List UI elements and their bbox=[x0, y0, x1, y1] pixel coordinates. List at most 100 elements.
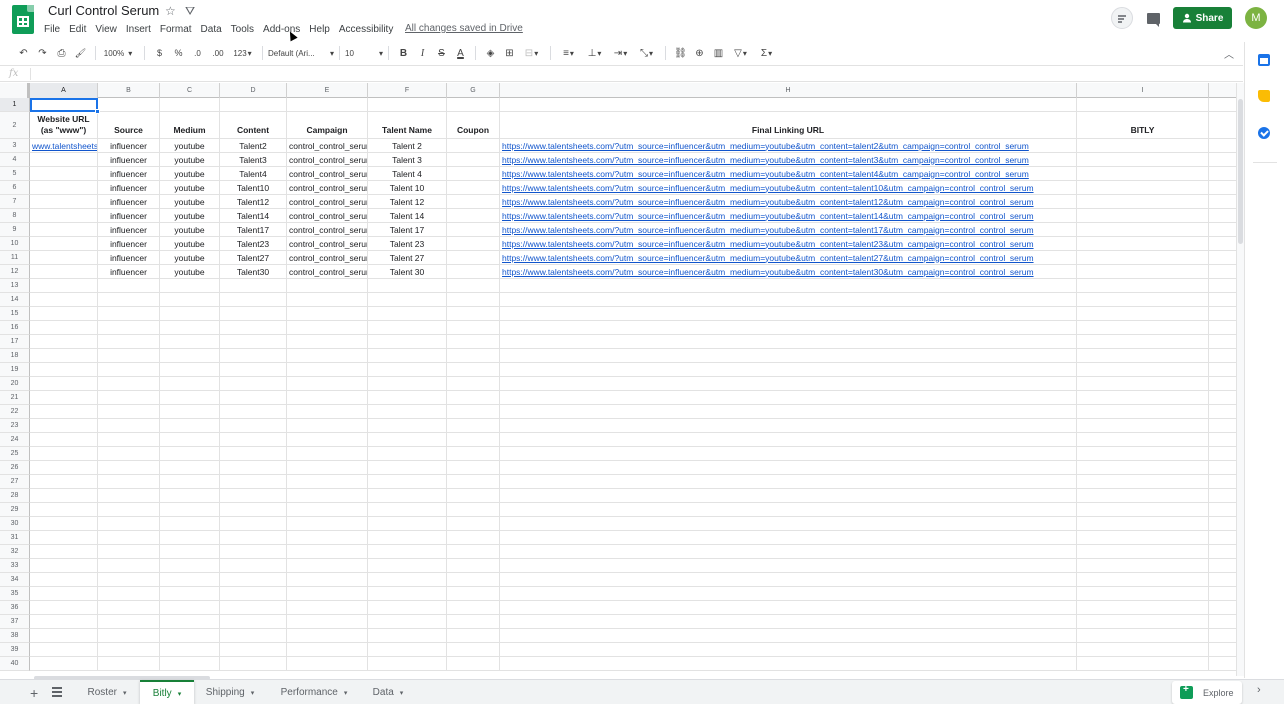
cell-talent-name[interactable]: Talent 3 bbox=[368, 153, 447, 166]
cell-medium[interactable]: youtube bbox=[160, 223, 220, 236]
strikethrough-button[interactable]: S bbox=[432, 44, 451, 62]
menu-accessibility[interactable]: Accessibility bbox=[335, 24, 397, 35]
empty-cell[interactable] bbox=[1077, 629, 1209, 642]
empty-cell[interactable] bbox=[447, 363, 500, 376]
empty-cell[interactable] bbox=[447, 545, 500, 558]
cell-bitly[interactable] bbox=[1077, 209, 1209, 222]
empty-cell[interactable] bbox=[1077, 391, 1209, 404]
row-header[interactable]: 24 bbox=[0, 433, 30, 447]
cell-coupon[interactable] bbox=[447, 209, 500, 222]
cell-content[interactable]: Talent27 bbox=[220, 251, 287, 264]
empty-cell[interactable] bbox=[98, 531, 160, 544]
empty-cell[interactable] bbox=[287, 293, 368, 306]
row-header[interactable]: 11 bbox=[0, 251, 30, 265]
empty-cell[interactable] bbox=[500, 545, 1077, 558]
drive-status-icon[interactable]: ⛛ bbox=[185, 4, 195, 19]
cell-website-url[interactable]: www.talentsheets.com bbox=[30, 139, 98, 152]
empty-cell[interactable] bbox=[220, 503, 287, 516]
calendar-icon[interactable] bbox=[1258, 54, 1270, 66]
empty-cell[interactable] bbox=[500, 601, 1077, 614]
cell-talent-name[interactable]: Talent 2 bbox=[368, 139, 447, 152]
insert-chart-icon[interactable]: ▥ bbox=[709, 44, 728, 62]
column-header-h[interactable]: H bbox=[500, 83, 1077, 98]
empty-cell[interactable] bbox=[447, 517, 500, 530]
empty-cell[interactable] bbox=[1077, 489, 1209, 502]
empty-cell[interactable] bbox=[220, 405, 287, 418]
cell-bitly[interactable] bbox=[1077, 237, 1209, 250]
cell-g1[interactable] bbox=[447, 98, 500, 111]
empty-cell[interactable] bbox=[160, 461, 220, 474]
empty-cell[interactable] bbox=[98, 489, 160, 502]
row-header[interactable]: 5 bbox=[0, 167, 30, 181]
empty-cell[interactable] bbox=[500, 433, 1077, 446]
empty-cell[interactable] bbox=[447, 503, 500, 516]
empty-cell[interactable] bbox=[1077, 405, 1209, 418]
empty-cell[interactable] bbox=[447, 433, 500, 446]
empty-cell[interactable] bbox=[368, 573, 447, 586]
cell-campaign[interactable]: control_control_serum bbox=[287, 251, 368, 264]
font-family-select[interactable]: Default (Ari... ▾ bbox=[268, 44, 334, 62]
cell-final-linking-url[interactable]: https://www.talentsheets.com/?utm_source… bbox=[500, 153, 1077, 166]
cell-campaign[interactable]: control_control_serum bbox=[287, 181, 368, 194]
empty-cell[interactable] bbox=[1077, 531, 1209, 544]
empty-cell[interactable] bbox=[98, 363, 160, 376]
empty-cell[interactable] bbox=[447, 615, 500, 628]
menu-add-ons[interactable]: Add-ons bbox=[259, 24, 304, 35]
empty-cell[interactable] bbox=[447, 279, 500, 292]
empty-cell[interactable] bbox=[447, 293, 500, 306]
fill-handle[interactable] bbox=[95, 109, 100, 114]
header-cell-coupon[interactable]: Coupon bbox=[447, 112, 500, 138]
empty-cell[interactable] bbox=[30, 419, 98, 432]
cell-i1[interactable] bbox=[1077, 98, 1209, 111]
empty-cell[interactable] bbox=[287, 629, 368, 642]
empty-cell[interactable] bbox=[220, 377, 287, 390]
menu-file[interactable]: File bbox=[40, 24, 64, 35]
cell-website-url[interactable] bbox=[30, 251, 98, 264]
row-header[interactable]: 16 bbox=[0, 321, 30, 335]
empty-cell[interactable] bbox=[500, 419, 1077, 432]
empty-cell[interactable] bbox=[447, 629, 500, 642]
empty-cell[interactable] bbox=[160, 321, 220, 334]
cell-website-url[interactable] bbox=[30, 181, 98, 194]
empty-cell[interactable] bbox=[160, 363, 220, 376]
column-header-i[interactable]: I bbox=[1077, 83, 1209, 98]
empty-cell[interactable] bbox=[30, 475, 98, 488]
cell-source[interactable]: influencer bbox=[98, 237, 160, 250]
empty-cell[interactable] bbox=[447, 489, 500, 502]
header-cell-medium[interactable]: Medium bbox=[160, 112, 220, 138]
empty-cell[interactable] bbox=[368, 293, 447, 306]
cell-bitly[interactable] bbox=[1077, 223, 1209, 236]
account-avatar[interactable]: M bbox=[1245, 7, 1267, 29]
cell-website-url[interactable] bbox=[30, 195, 98, 208]
cell-bitly[interactable] bbox=[1077, 167, 1209, 180]
empty-cell[interactable] bbox=[500, 489, 1077, 502]
cell-d1[interactable] bbox=[220, 98, 287, 111]
empty-cell[interactable] bbox=[98, 391, 160, 404]
empty-cell[interactable] bbox=[220, 629, 287, 642]
cell-source[interactable]: influencer bbox=[98, 209, 160, 222]
empty-cell[interactable] bbox=[368, 517, 447, 530]
empty-cell[interactable] bbox=[160, 293, 220, 306]
empty-cell[interactable] bbox=[220, 643, 287, 656]
empty-cell[interactable] bbox=[220, 321, 287, 334]
cell-medium[interactable]: youtube bbox=[160, 209, 220, 222]
row-header[interactable]: 7 bbox=[0, 195, 30, 209]
cell-content[interactable]: Talent14 bbox=[220, 209, 287, 222]
empty-cell[interactable] bbox=[368, 391, 447, 404]
header-cell-campaign[interactable]: Campaign bbox=[287, 112, 368, 138]
header-cell-content[interactable]: Content bbox=[220, 112, 287, 138]
empty-cell[interactable] bbox=[368, 405, 447, 418]
formula-input[interactable] bbox=[36, 68, 1236, 80]
empty-cell[interactable] bbox=[160, 279, 220, 292]
empty-cell[interactable] bbox=[500, 279, 1077, 292]
cell-website-url[interactable] bbox=[30, 237, 98, 250]
empty-cell[interactable] bbox=[1077, 293, 1209, 306]
cell-campaign[interactable]: control_control_serum bbox=[287, 237, 368, 250]
empty-cell[interactable] bbox=[1077, 657, 1209, 670]
header-cell-source[interactable]: Source bbox=[98, 112, 160, 138]
empty-cell[interactable] bbox=[368, 433, 447, 446]
empty-cell[interactable] bbox=[368, 559, 447, 572]
empty-cell[interactable] bbox=[1077, 321, 1209, 334]
empty-cell[interactable] bbox=[287, 419, 368, 432]
empty-cell[interactable] bbox=[287, 377, 368, 390]
